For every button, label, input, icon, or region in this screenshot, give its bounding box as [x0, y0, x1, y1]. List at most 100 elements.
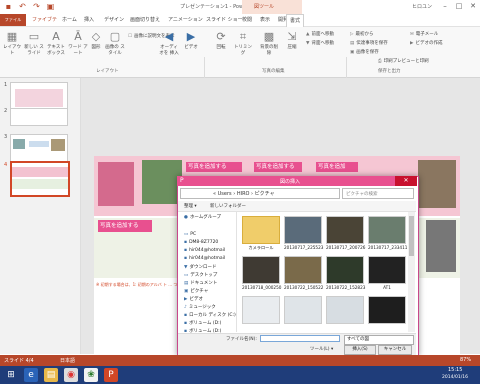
slide-number: 3	[4, 134, 8, 140]
file-item[interactable]: 20130717_233411	[368, 216, 407, 250]
thumb-content	[29, 141, 49, 147]
file-item[interactable]	[368, 296, 406, 325]
clock-time[interactable]: 15:15	[448, 367, 462, 373]
file-item[interactable]: カメラロール	[242, 216, 280, 251]
minimize-icon[interactable]: –	[438, 1, 452, 12]
file-list-scrollbar[interactable]	[408, 212, 415, 332]
maximize-icon[interactable]: □	[452, 1, 466, 12]
redo-icon[interactable]: ↷	[32, 2, 41, 11]
windows-start-icon[interactable]: ⊞	[4, 368, 18, 382]
save-icon[interactable]: ▪	[4, 2, 13, 11]
filename-label: ファイル名(N):	[226, 337, 257, 342]
clock-date[interactable]: 2014/01/16	[442, 375, 468, 380]
video-button[interactable]: ▶ ビデオ	[182, 31, 200, 51]
nav-item[interactable]: ▪ hir044@hotmail	[184, 256, 225, 261]
from-start-button[interactable]: ▷ 最初から	[350, 31, 373, 37]
nav-item[interactable]: ▪ hir044@hotmail	[184, 248, 225, 253]
nav-pc[interactable]: ▭ PC	[184, 232, 196, 237]
tab-review[interactable]: 校閲	[242, 16, 252, 23]
tab-transitions[interactable]: 画面切り替え	[130, 16, 160, 23]
language[interactable]: 日本語	[60, 357, 75, 364]
cancel-button[interactable]: キャンセル	[378, 345, 412, 355]
app-icon[interactable]: ❀	[84, 368, 98, 382]
file-item[interactable]: 20130717_200726	[326, 216, 365, 250]
tab-view[interactable]: 表示	[260, 16, 270, 23]
save-picture-button[interactable]: ▣ 画像を保存	[350, 49, 379, 55]
insert-audio-button[interactable]: ◀ オーディオを 挿入	[158, 31, 180, 57]
homegroup-icon: ●	[184, 215, 188, 220]
file-item[interactable]	[242, 296, 280, 325]
tab-format[interactable]: 書式	[286, 14, 305, 27]
file-item[interactable]: 20130722_150522	[284, 256, 323, 290]
photo-thumbnail	[326, 296, 364, 324]
scrollbar-thumb[interactable]	[409, 216, 414, 256]
tools-menu[interactable]: ツール(L) ▾	[310, 346, 333, 352]
search-input[interactable]: ピクチャの検索	[342, 188, 414, 199]
tab-design[interactable]: デザイン	[104, 16, 124, 23]
filetype-select[interactable]: すべての図	[344, 335, 414, 345]
music-icon: ♪	[184, 305, 187, 310]
compress-button[interactable]: ⇲ 圧縮	[282, 30, 302, 51]
tab-animations[interactable]: アニメーション	[168, 16, 203, 23]
tab-slideshow[interactable]: スライド ショー	[206, 16, 243, 23]
nav-local-disk[interactable]: ▪ ローカル ディスク (C:)	[184, 312, 236, 318]
print-preview-button[interactable]: ⎙ 印刷プレビューと印刷	[378, 58, 429, 64]
insert-button[interactable]: 挿入(S)	[344, 345, 376, 355]
slideshow-icon[interactable]: ▣	[46, 2, 55, 11]
nav-downloads[interactable]: ▼ ダウンロード	[184, 264, 216, 270]
rotate-button[interactable]: ⟳ 回転	[212, 31, 230, 51]
nav-item[interactable]: ▪ DM8-8Z7720	[184, 240, 218, 245]
nav-videos[interactable]: ▶ ビデオ	[184, 296, 203, 302]
nav-homegroup[interactable]: ● ホームグループ	[184, 214, 221, 220]
nav-documents[interactable]: ▤ ドキュメント	[184, 280, 217, 286]
slide-thumbnail-pane: 1 2 3 4	[0, 78, 81, 354]
textbox-button[interactable]: A テキスト ボックス	[46, 31, 66, 57]
compress-icon: ⇲	[287, 30, 297, 43]
remove-background-button[interactable]: ▩ 背景の削除	[258, 31, 280, 57]
send-backward-button[interactable]: ▼ 背面へ移動	[306, 40, 334, 46]
tab-home[interactable]: ホーム	[62, 16, 77, 23]
tab-insert[interactable]: 挿入	[84, 16, 94, 23]
address-bar[interactable]: « Users › HIRO › ピクチャ	[180, 188, 340, 199]
nav-music[interactable]: ♪ ミュージック	[184, 304, 216, 310]
layout-button[interactable]: ▦ レイアウト	[2, 31, 22, 57]
file-item[interactable]	[326, 296, 364, 325]
bring-forward-button[interactable]: ▲ 前面へ移動	[306, 31, 334, 37]
file-item[interactable]: 20130722_152823	[326, 256, 365, 290]
chrome-icon[interactable]: ◉	[64, 368, 78, 382]
nav-desktop[interactable]: ▭ デスクトップ	[184, 272, 217, 278]
wordart-button[interactable]: Ā ワード アート	[68, 31, 88, 57]
new-slide-button[interactable]: ▭ 新しい スライド	[24, 31, 44, 57]
file-item[interactable]: 20130718_000250	[242, 256, 281, 290]
ie-icon[interactable]: e	[24, 368, 38, 382]
desktop-icon: ▭	[184, 273, 189, 278]
tab-file[interactable]: ファイル	[0, 14, 26, 26]
crop-button[interactable]: ⌗ トリミング	[232, 31, 254, 57]
save-notes-button[interactable]: ▤ 伝達事項を保存	[350, 40, 388, 46]
user-name[interactable]: ヒロユン	[412, 3, 432, 10]
email-button[interactable]: ✉ 電子メール	[410, 31, 438, 37]
tab-fivete[interactable]: ファイブテ	[32, 16, 57, 23]
picture-style-button[interactable]: ▢ 画像の スタイル	[104, 31, 126, 57]
dialog-close-icon[interactable]: ✕	[395, 176, 417, 186]
powerpoint-icon: P	[180, 177, 184, 184]
create-video-button[interactable]: ▶ ビデオの作成	[410, 40, 442, 46]
new-folder-button[interactable]: 新しいフォルダー	[210, 203, 246, 209]
file-item[interactable]: AT1	[368, 256, 406, 290]
file-item[interactable]	[284, 296, 322, 325]
undo-icon[interactable]: ↶	[18, 2, 27, 11]
shapes-button[interactable]: ◇ 図形	[88, 31, 104, 51]
close-icon[interactable]: ✕	[466, 1, 480, 12]
organize-button[interactable]: 整理 ▾	[184, 203, 197, 209]
zoom-level[interactable]: 87%	[460, 357, 471, 363]
filename-input[interactable]	[260, 335, 340, 342]
explorer-icon[interactable]: ▤	[44, 368, 58, 382]
powerpoint-icon[interactable]: P	[104, 368, 118, 382]
file-item[interactable]: 20130717_225523	[284, 216, 323, 250]
slide-thumbnail-2[interactable]	[10, 108, 68, 126]
slide-thumbnail-4[interactable]	[10, 161, 70, 197]
send-backward-icon: ▼	[306, 41, 310, 46]
print-icon: ⎙	[378, 59, 382, 64]
nav-volume-d[interactable]: ▪ ボリューム (D:)	[184, 320, 221, 326]
nav-pictures[interactable]: ▣ ピクチャ	[184, 288, 208, 294]
